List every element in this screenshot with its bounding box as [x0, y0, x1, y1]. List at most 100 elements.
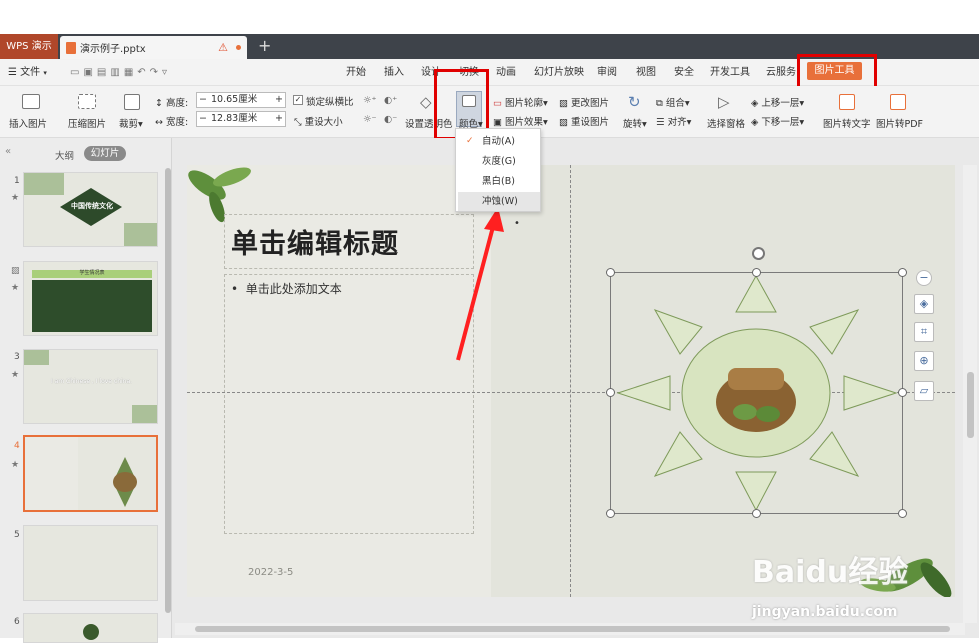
- undo-icon[interactable]: ↶: [137, 67, 149, 78]
- brightness-up-icon[interactable]: ☼⁺: [363, 95, 377, 106]
- transparent-color-icon[interactable]: ◇: [420, 93, 432, 111]
- vertical-guide-line: [570, 165, 571, 597]
- color-option-washout[interactable]: 冲蚀(W): [458, 192, 540, 211]
- brightness-down-icon[interactable]: ☼⁻: [363, 114, 377, 125]
- decrement-icon[interactable]: −: [199, 93, 207, 107]
- send-backward-label: 下移一层: [761, 117, 800, 128]
- panel-scrollbar[interactable]: [165, 168, 171, 613]
- tab-cloud[interactable]: 云服务: [766, 66, 796, 80]
- animation-star-icon: ★: [11, 370, 20, 380]
- bring-forward-button[interactable]: ◈ 上移一层▾: [751, 95, 804, 109]
- contrast-down-icon[interactable]: ◐⁻: [384, 114, 397, 125]
- tab-view[interactable]: 视图: [636, 66, 656, 80]
- color-option-blackwhite[interactable]: 黑白(B): [458, 172, 540, 191]
- resize-handle[interactable]: [606, 388, 615, 397]
- redo-icon[interactable]: ↷: [150, 67, 162, 78]
- insert-picture-button[interactable]: 插入图片: [9, 116, 47, 130]
- crop-button[interactable]: 裁剪▾: [119, 116, 143, 130]
- reset-picture-button[interactable]: ▨ 重设图片: [559, 114, 609, 128]
- body-placeholder-box[interactable]: [224, 274, 474, 534]
- document-tab[interactable]: 演示例子.pptx ⚠: [60, 36, 247, 59]
- picture-to-text-button[interactable]: 图片转文字: [823, 116, 871, 130]
- resize-handle[interactable]: [752, 268, 761, 277]
- slide-thumbnail-2[interactable]: 学生情况表: [23, 261, 158, 336]
- height-input[interactable]: 10.65厘米 − +: [196, 92, 286, 108]
- minus-icon[interactable]: −: [916, 270, 932, 286]
- crop-tool-icon[interactable]: ⌗: [914, 322, 934, 342]
- rotate-icon[interactable]: ↻: [628, 93, 641, 111]
- reset-size-button[interactable]: ⤡ 重设大小: [294, 114, 343, 128]
- width-input[interactable]: 12.83厘米 − +: [196, 111, 286, 127]
- resize-handle[interactable]: [606, 268, 615, 277]
- tab-outline[interactable]: 大纲: [55, 148, 74, 162]
- rotate-handle[interactable]: [752, 247, 765, 260]
- send-backward-button[interactable]: ◈ 下移一层▾: [751, 114, 804, 128]
- resize-handle[interactable]: [752, 509, 761, 518]
- picture-to-text-icon[interactable]: [839, 94, 855, 110]
- slide-thumbnail-6[interactable]: [23, 613, 158, 643]
- compress-picture-icon[interactable]: [78, 94, 96, 109]
- tab-developer[interactable]: 开发工具: [710, 66, 750, 80]
- insert-picture-icon[interactable]: [22, 94, 40, 109]
- customize-icon[interactable]: ▿: [162, 67, 171, 78]
- tab-review[interactable]: 审阅: [597, 66, 617, 80]
- vertical-scroll-thumb[interactable]: [967, 372, 974, 438]
- color-option-grayscale[interactable]: 灰度(G): [458, 152, 540, 171]
- slide-thumbnail-4[interactable]: [23, 435, 158, 512]
- slide-thumbnail-3[interactable]: I am Chinese , I love china.: [23, 349, 158, 424]
- resize-handle[interactable]: [898, 268, 907, 277]
- save-icon[interactable]: ▣: [83, 67, 96, 78]
- lock-ratio-checkbox[interactable]: ✓: [293, 95, 303, 105]
- picture-to-pdf-button[interactable]: 图片转PDF: [876, 116, 923, 130]
- open-icon[interactable]: ▭: [70, 67, 83, 78]
- resize-handle[interactable]: [606, 509, 615, 518]
- picture-effect-button[interactable]: ▣ 图片效果▾: [493, 114, 548, 128]
- print-icon[interactable]: ▤: [97, 67, 110, 78]
- slide-title-placeholder[interactable]: 单击编辑标题: [231, 222, 399, 261]
- contrast-up-icon[interactable]: ◐⁺: [384, 95, 397, 106]
- bring-forward-icon: ◈: [751, 98, 759, 109]
- picture-to-pdf-icon[interactable]: [890, 94, 906, 110]
- crop-icon[interactable]: [124, 94, 140, 110]
- selection-pane-icon[interactable]: ▷: [718, 93, 730, 111]
- decrement-icon[interactable]: −: [199, 112, 207, 126]
- zoom-icon[interactable]: ⊕: [914, 351, 934, 371]
- color-option-auto[interactable]: ✓ 自动(A): [458, 132, 540, 151]
- tab-animation[interactable]: 动画: [496, 66, 516, 80]
- slide-thumbnail-5[interactable]: [23, 525, 158, 601]
- slide-number: 5: [14, 530, 20, 540]
- layers-icon[interactable]: ◈: [914, 294, 934, 314]
- baidu-watermark: Baidu经验: [752, 555, 909, 590]
- picture-outline-button[interactable]: ▭ 图片轮廓▾: [493, 95, 548, 109]
- tab-security[interactable]: 安全: [674, 66, 694, 80]
- increment-icon[interactable]: +: [275, 93, 283, 107]
- change-picture-button[interactable]: ▧ 更改图片: [559, 95, 609, 109]
- file-menu[interactable]: ☰ 文件 ▾: [8, 66, 47, 80]
- slide-body-placeholder[interactable]: • 单击此处添加文本: [231, 280, 342, 297]
- tab-slideshow[interactable]: 幻灯片放映: [534, 66, 584, 80]
- tab-home[interactable]: 开始: [346, 66, 366, 80]
- rotate-button[interactable]: 旋转▾: [623, 116, 647, 130]
- send-backward-icon: ◈: [751, 117, 759, 128]
- tab-insert[interactable]: 插入: [384, 66, 404, 80]
- print-preview-icon[interactable]: ▦: [124, 67, 137, 78]
- group-button[interactable]: ⧉ 组合▾: [656, 95, 690, 109]
- crop-label: 裁剪: [119, 119, 139, 130]
- export-pdf-icon[interactable]: ▥: [110, 67, 123, 78]
- new-tab-button[interactable]: +: [258, 36, 271, 56]
- slide-thumbnail-1[interactable]: 中国传统文化: [23, 172, 158, 247]
- align-button[interactable]: ☰ 对齐▾: [656, 114, 691, 128]
- compress-picture-button[interactable]: 压缩图片: [68, 116, 106, 130]
- tab-slides[interactable]: 幻灯片: [84, 146, 126, 161]
- horizontal-scroll-thumb[interactable]: [195, 626, 950, 632]
- collapse-panel-icon[interactable]: «: [5, 146, 11, 157]
- height-row: ↕ 高度:: [155, 95, 188, 109]
- increment-icon[interactable]: +: [275, 112, 283, 126]
- top-blank-area: [0, 0, 979, 34]
- bring-forward-label: 上移一层: [761, 98, 800, 109]
- resize-handle[interactable]: [898, 509, 907, 518]
- resize-handle[interactable]: [898, 388, 907, 397]
- selection-pane-button[interactable]: 选择窗格: [707, 116, 745, 130]
- wps-app-tab[interactable]: WPS 演示: [0, 34, 58, 59]
- format-icon[interactable]: ▱: [914, 381, 934, 401]
